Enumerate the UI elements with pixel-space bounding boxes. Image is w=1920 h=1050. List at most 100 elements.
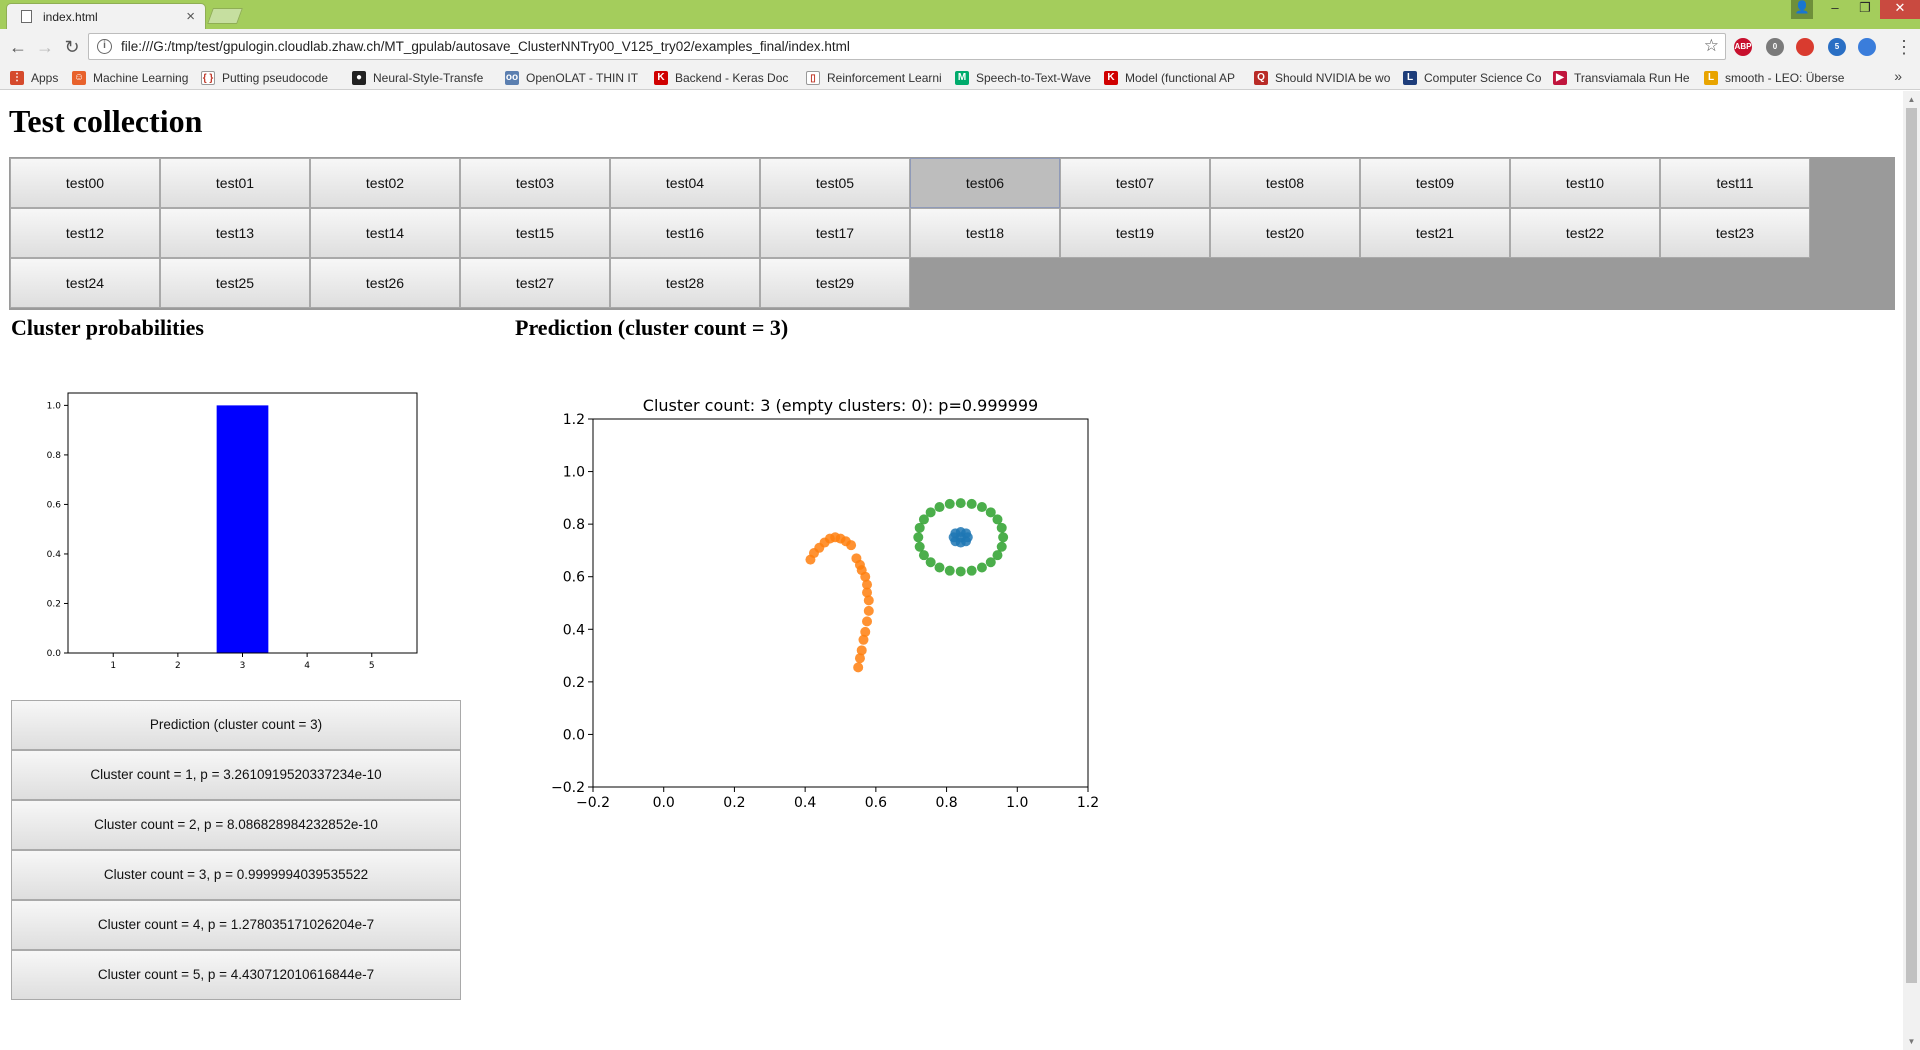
test-button-test09[interactable]: test09 [1360, 158, 1510, 208]
test-button-test26[interactable]: test26 [310, 258, 460, 308]
browser-tab[interactable]: index.html × [6, 3, 206, 29]
bookmark-item[interactable]: ⋮ Apps [10, 69, 68, 86]
test-button-test00[interactable]: test00 [10, 158, 160, 208]
test-button-test27[interactable]: test27 [460, 258, 610, 308]
bookmark-item[interactable]: ☺ Machine Learning [72, 69, 194, 86]
test-button-test03[interactable]: test03 [460, 158, 610, 208]
test-button-test08[interactable]: test08 [1210, 158, 1360, 208]
tab-strip: index.html × 👤 – ❐ ✕ [0, 0, 1920, 29]
cluster-count-button-2[interactable]: Cluster count = 2, p = 8.086828984232852… [11, 800, 461, 850]
extension-icon-4[interactable] [1858, 38, 1876, 56]
folder-orange-icon: ☺ [72, 70, 86, 85]
scroll-down-arrow-icon[interactable]: ▼ [1903, 1033, 1920, 1050]
scatter-point-cluster-2 [934, 502, 945, 513]
bookmark-item[interactable]: Lsmooth - LEO: Überse [1704, 69, 1856, 86]
test-button-test21[interactable]: test21 [1360, 208, 1510, 258]
reload-icon[interactable]: ↻ [60, 35, 84, 59]
x-tick-label: −0.2 [576, 795, 610, 811]
test-button-test02[interactable]: test02 [310, 158, 460, 208]
test-button-test18[interactable]: test18 [910, 208, 1060, 258]
cluster-count-button-1[interactable]: Cluster count = 1, p = 3.261091952033723… [11, 750, 461, 800]
y-tick-label: 0.8 [563, 517, 585, 533]
cluster-count-button-5[interactable]: Cluster count = 5, p = 4.430712010616844… [11, 950, 461, 1000]
bookmark-item[interactable]: { } Putting pseudocode [201, 69, 344, 86]
test-button-test07[interactable]: test07 [1060, 158, 1210, 208]
bookmark-label: Machine Learning [93, 70, 189, 85]
scatter-point-cluster-2 [925, 557, 936, 568]
apps-grid-icon: ⋮ [10, 70, 24, 85]
bookmarks-bar: ⋮ Apps ☺ Machine Learning { } Putting pseudoc… [0, 65, 1920, 90]
bookmark-item[interactable]: ▶ Transviamala Run He [1553, 69, 1696, 86]
bookmark-item[interactable]: oo OpenOLAT - THIN IT [505, 69, 645, 86]
test-button-test29[interactable]: test29 [760, 258, 910, 308]
restore-icon[interactable]: ❐ [1850, 0, 1880, 19]
lpn-icon: L [1403, 70, 1417, 85]
y-tick-label: 1.2 [563, 412, 585, 428]
test-button-test05[interactable]: test05 [760, 158, 910, 208]
y-tick-label: 1.0 [563, 465, 585, 481]
x-tick-label: 1.0 [1006, 795, 1028, 811]
bookmark-item[interactable]: ● Neural-Style-Transfe [352, 69, 497, 86]
vertical-scrollbar[interactable]: ▲ ▼ [1903, 91, 1920, 1050]
more-bookmarks-icon[interactable]: » [1894, 68, 1902, 84]
test-button-test22[interactable]: test22 [1510, 208, 1660, 258]
test-button-test28[interactable]: test28 [610, 258, 760, 308]
scatter-point-cluster-1 [863, 605, 874, 616]
bookmark-item[interactable]: M Speech-to-Text-Wave [955, 69, 1097, 86]
extension-icon-2[interactable] [1796, 38, 1814, 56]
bookmark-item[interactable]: ▯ Reinforcement Learni [806, 69, 948, 86]
scatter-point-cluster-2 [944, 498, 955, 509]
extension-icon-3[interactable]: 5 [1828, 38, 1846, 56]
scatter-point-cluster-1 [854, 653, 865, 664]
scatter-point-cluster-1 [858, 634, 869, 645]
forward-icon[interactable]: → [33, 35, 57, 59]
test-button-test19[interactable]: test19 [1060, 208, 1210, 258]
menu-icon[interactable]: ⋮ [1892, 35, 1916, 59]
cluster-count-button-3[interactable]: Cluster count = 3, p = 0.999999403953552… [11, 850, 461, 900]
test-button-test11[interactable]: test11 [1660, 158, 1810, 208]
extension-icon-1[interactable]: 0 [1766, 38, 1784, 56]
bookmark-item[interactable]: K Backend - Keras Doc [654, 69, 796, 86]
scatter-point-cluster-2 [976, 562, 987, 573]
close-tab-icon[interactable]: × [186, 8, 195, 25]
bookmark-item[interactable]: Q Should NVIDIA be wo [1254, 69, 1395, 86]
url-text[interactable]: file:///G:/tmp/test/gpulogin.cloudlab.zh… [121, 39, 850, 54]
user-profile-icon[interactable]: 👤 [1791, 0, 1813, 19]
scroll-up-arrow-icon[interactable]: ▲ [1903, 91, 1920, 108]
test-button-test16[interactable]: test16 [610, 208, 760, 258]
bookmark-item[interactable]: K Model (functional AP [1104, 69, 1246, 86]
test-button-test01[interactable]: test01 [160, 158, 310, 208]
test-button-test25[interactable]: test25 [160, 258, 310, 308]
extension-icon-0[interactable]: ABP [1734, 38, 1752, 56]
test-button-test17[interactable]: test17 [760, 208, 910, 258]
test-button-test10[interactable]: test10 [1510, 158, 1660, 208]
test-button-test24[interactable]: test24 [10, 258, 160, 308]
minimize-icon[interactable]: – [1820, 0, 1850, 19]
test-button-test04[interactable]: test04 [610, 158, 760, 208]
y-tick-label: 1.0 [47, 401, 62, 411]
y-tick-label: 0.0 [563, 727, 585, 743]
scrollbar-thumb[interactable] [1906, 108, 1917, 983]
prediction-button[interactable]: Prediction (cluster count = 3) [11, 700, 461, 750]
scatter-point-cluster-2 [955, 566, 966, 577]
new-tab-button[interactable] [207, 8, 243, 24]
test-button-test14[interactable]: test14 [310, 208, 460, 258]
bookmark-label: Model (functional AP [1125, 70, 1236, 85]
address-bar[interactable]: i file:///G:/tmp/test/gpulogin.cloudlab.… [88, 33, 1726, 60]
test-button-test13[interactable]: test13 [160, 208, 310, 258]
bookmark-item[interactable]: L Computer Science Co [1403, 69, 1545, 86]
test-button-test06[interactable]: test06 [910, 158, 1060, 208]
test-button-test20[interactable]: test20 [1210, 208, 1360, 258]
test-button-test23[interactable]: test23 [1660, 208, 1810, 258]
bookmark-star-icon[interactable]: ☆ [1704, 36, 1719, 56]
cluster-count-button-4[interactable]: Cluster count = 4, p = 1.278035171026204… [11, 900, 461, 950]
test-button-test15[interactable]: test15 [460, 208, 610, 258]
y-tick-label: 0.8 [47, 451, 62, 461]
tab-title: index.html [43, 10, 98, 24]
page-info-icon[interactable]: i [97, 39, 112, 54]
test-button-test12[interactable]: test12 [10, 208, 160, 258]
back-icon[interactable]: ← [6, 35, 30, 59]
scatter-point-cluster-2 [966, 565, 977, 576]
probability-button-list: Prediction (cluster count = 3) Cluster co… [11, 700, 461, 1000]
close-window-icon[interactable]: ✕ [1880, 0, 1920, 19]
